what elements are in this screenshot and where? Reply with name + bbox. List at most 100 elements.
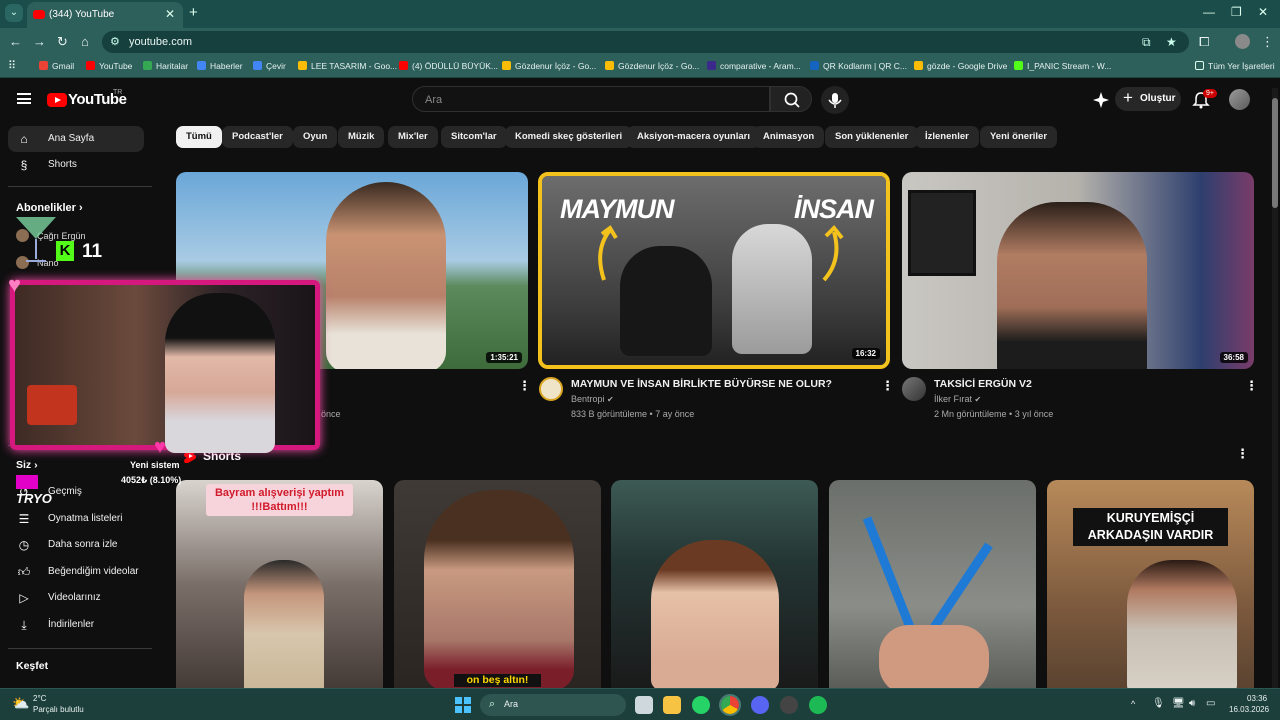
cast-sparkle-icon[interactable] — [1092, 91, 1110, 109]
chip-sitcoms[interactable]: Sitcom'lar — [441, 126, 507, 148]
reload-icon[interactable]: ↻ — [57, 34, 68, 50]
new-tab-button[interactable]: + — [189, 4, 198, 21]
video-menu-icon[interactable]: ⋮ — [518, 378, 531, 394]
sidebar-item-downloads[interactable]: ⤓ İndirilenler — [8, 612, 144, 638]
bookmark-translate[interactable]: Çevir — [253, 61, 286, 71]
sidebar-item-liked[interactable]: 👍︎ Beğendiğim videolar — [8, 559, 144, 585]
bookmark-maps[interactable]: Haritalar — [143, 61, 188, 71]
search-input[interactable]: Ara — [412, 86, 770, 112]
short-card[interactable]: Bayram alışverişi yaptım !!!Battım!!! — [176, 480, 383, 688]
back-icon[interactable]: ← — [9, 34, 22, 49]
shorts-menu-icon[interactable]: ⋮ — [1236, 446, 1249, 462]
network-icon[interactable]: 🖥︎ — [1172, 698, 1185, 709]
subscriptions-heading[interactable]: Abonelikler › — [16, 202, 83, 214]
minimize-button[interactable]: — — [1203, 5, 1215, 19]
bookmark-gozdenur-2[interactable]: Gözdenur İçöz - Go... — [605, 61, 699, 71]
short-card[interactable]: on beş altın! — [394, 480, 601, 688]
video-thumbnail[interactable]: 36:58 — [902, 172, 1254, 369]
sidebar-item-home[interactable]: ⌂ Ana Sayfa — [8, 126, 144, 152]
video-title[interactable]: TAKSİCİ ERGÜN V2 — [934, 378, 1032, 390]
video-title[interactable]: MAYMUN VE İNSAN BİRLİKTE BÜYÜRSE NE OLUR… — [571, 378, 832, 390]
chip-comedy[interactable]: Komedi skeç gösterileri — [505, 126, 633, 148]
battery-icon[interactable]: ▭ — [1206, 698, 1215, 709]
sidebar-item-shorts[interactable]: § Shorts — [8, 152, 144, 178]
obs-icon[interactable] — [780, 696, 798, 714]
weather-temp[interactable]: 2°C — [33, 694, 46, 703]
apps-icon[interactable]: ⠿ — [8, 59, 16, 72]
channel-avatar[interactable] — [539, 377, 563, 401]
guide-menu-icon[interactable] — [17, 93, 31, 104]
tab-search-button[interactable]: ⌄ — [5, 4, 23, 22]
video-thumbnail[interactable]: MAYMUN İNSAN 16:32 — [538, 172, 890, 369]
volume-icon[interactable]: 🔊︎ — [1189, 698, 1195, 709]
short-card[interactable]: KURUYEMİŞÇİ ARKADAŞIN VARDIR — [1047, 480, 1254, 688]
voice-search-button[interactable] — [821, 86, 849, 114]
profile-avatar[interactable] — [1235, 34, 1250, 49]
file-explorer-icon[interactable] — [663, 696, 681, 714]
chip-new-to-you[interactable]: Yeni öneriler — [980, 126, 1058, 148]
chrome-icon[interactable] — [719, 694, 741, 716]
menu-icon[interactable]: ⋮ — [1261, 34, 1274, 50]
chip-recently-uploaded[interactable]: Son yüklenenler — [825, 126, 919, 148]
bookmark-gozdenur-1[interactable]: Gözdenur İçöz - Go... — [502, 61, 596, 71]
forward-icon[interactable]: → — [33, 34, 46, 49]
channel-avatar[interactable] — [902, 377, 926, 401]
chip-all[interactable]: Tümü — [176, 126, 222, 148]
search-button[interactable] — [770, 86, 812, 112]
windows-start-icon[interactable] — [455, 697, 471, 713]
youtube-logo-icon[interactable] — [47, 93, 67, 107]
bookmark-gozde-drive[interactable]: gözde - Google Drive — [914, 61, 1007, 71]
discord-icon[interactable] — [751, 696, 769, 714]
clock-date[interactable]: 16.03.2026 — [1229, 705, 1269, 714]
tray-mic-icon[interactable]: 🎙︎ — [1152, 698, 1165, 709]
scrollbar-thumb[interactable] — [1272, 98, 1278, 208]
bookmark-gmail[interactable]: Gmail — [39, 61, 74, 71]
video-menu-icon[interactable]: ⋮ — [1245, 378, 1258, 394]
weather-condition[interactable]: Parçalı bulutlu — [33, 705, 84, 714]
bookmark-news[interactable]: Haberler — [197, 61, 243, 71]
spotify-icon[interactable] — [809, 696, 827, 714]
clock-time[interactable]: 03:36 — [1247, 694, 1267, 703]
you-heading[interactable]: Siz › — [16, 459, 38, 471]
bookmark-star-icon[interactable]: ★ — [1166, 35, 1177, 49]
chip-animation[interactable]: Animasyon — [753, 126, 825, 148]
scrollbar[interactable] — [1272, 88, 1278, 688]
channel-name[interactable]: Bentropi ✔ — [571, 394, 614, 404]
chip-music[interactable]: Müzik — [338, 126, 385, 148]
site-info-icon[interactable]: ⚙ — [110, 35, 120, 48]
close-window-button[interactable]: ✕ — [1258, 5, 1268, 19]
all-bookmarks[interactable]: Tüm Yer İşaretleri — [1195, 61, 1275, 71]
install-icon[interactable]: ⧉ — [1142, 35, 1151, 50]
chip-podcasts[interactable]: Podcast'ler — [222, 126, 293, 148]
sidebar-item-your-videos[interactable]: ▷ Videolarınız — [8, 585, 144, 611]
bookmark-odullu[interactable]: (4) ÖDÜLLÜ BÜYÜK... — [399, 61, 498, 71]
chip-action-adventure[interactable]: Aksiyon-macera oyunları — [627, 126, 760, 148]
home-icon[interactable]: ⌂ — [81, 34, 89, 49]
tab-close-icon[interactable]: ✕ — [165, 7, 175, 21]
tray-chevron-icon[interactable]: ^ — [1131, 699, 1135, 709]
whatsapp-icon[interactable] — [692, 696, 710, 714]
sidebar-item-playlists[interactable]: ☰ Oynatma listeleri — [8, 506, 144, 532]
bookmark-qr[interactable]: QR Kodlanm | QR C... — [810, 61, 907, 71]
chip-gaming[interactable]: Oyun — [293, 126, 338, 148]
weather-icon[interactable]: ⛅ — [12, 695, 29, 712]
create-button[interactable]: + Oluştur — [1115, 87, 1181, 111]
bookmark-lee[interactable]: LEE TASARIM - Goo... — [298, 61, 397, 71]
tab-youtube[interactable]: (344) YouTube ✕ — [27, 2, 183, 28]
taskbar-search[interactable]: ⌕ Ara — [480, 694, 626, 716]
restore-button[interactable]: ❐ — [1231, 5, 1242, 19]
bookmark-panic[interactable]: I_PANIC Stream - W... — [1014, 61, 1111, 71]
video-menu-icon[interactable]: ⋮ — [881, 378, 894, 394]
bookmark-comparative[interactable]: comparative - Aram... — [707, 61, 801, 71]
extensions-icon[interactable]: ⧠ — [1199, 34, 1209, 50]
chip-mixes[interactable]: Mix'ler — [388, 126, 438, 148]
bookmark-youtube[interactable]: YouTube — [86, 61, 132, 71]
short-card[interactable] — [611, 480, 818, 688]
channel-name[interactable]: İlker Fırat ✔ — [934, 394, 981, 404]
task-view-icon[interactable] — [635, 696, 653, 714]
short-card[interactable] — [829, 480, 1036, 688]
sidebar-item-watch-later[interactable]: ◷ Daha sonra izle — [8, 532, 144, 558]
address-bar[interactable]: ⚙ youtube.com ⧉ ★ — [102, 31, 1189, 53]
account-avatar[interactable] — [1229, 89, 1250, 110]
chip-watched[interactable]: İzlenenler — [915, 126, 979, 148]
